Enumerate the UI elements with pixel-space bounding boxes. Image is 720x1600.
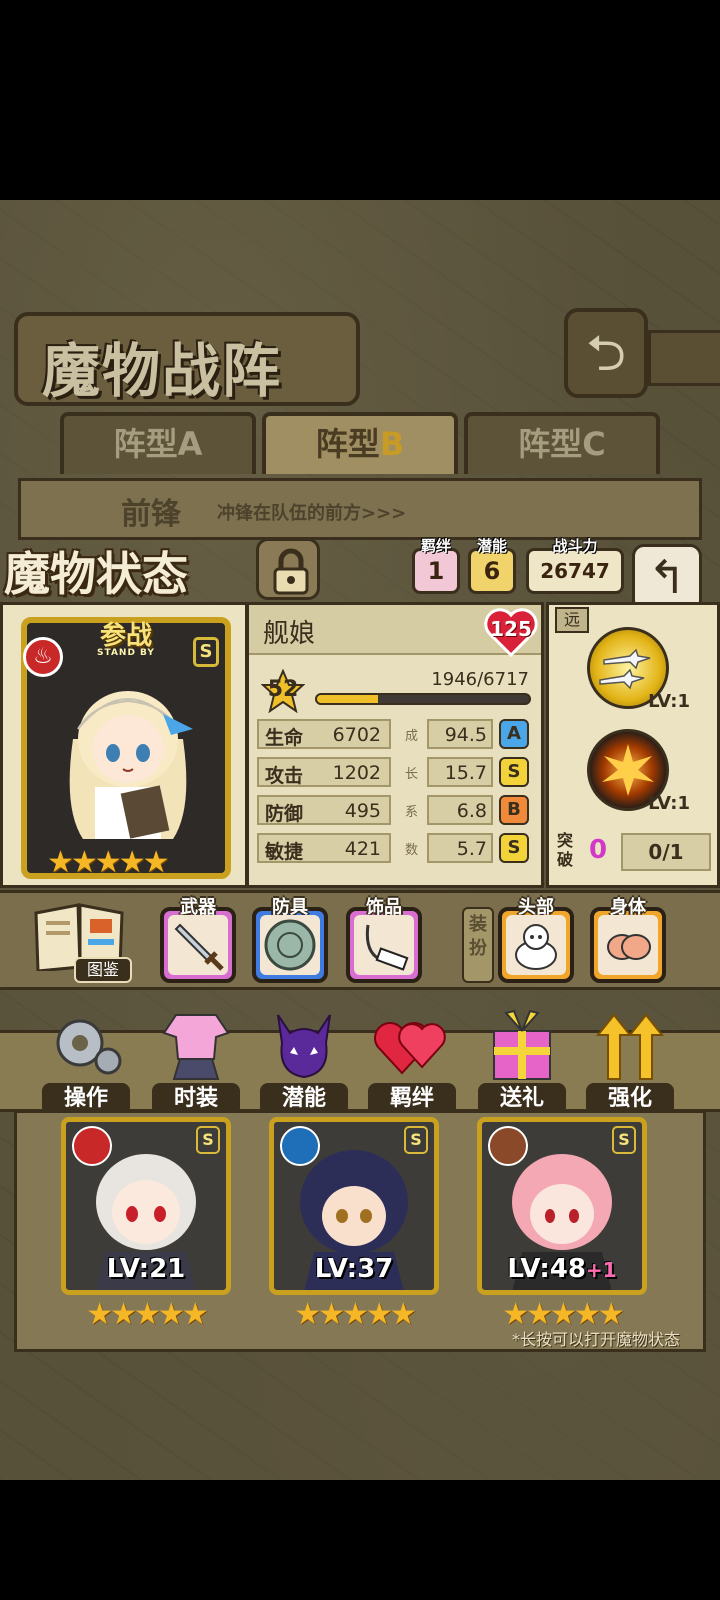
- tab-formation-a[interactable]: 阵型A: [60, 412, 256, 474]
- character-info-panel: 舰娘 125 52 1946/6717 生命 6702 94.5 A 攻击 1202…: [246, 602, 544, 888]
- encyclopedia-button[interactable]: 图鉴: [32, 901, 132, 985]
- necklace-icon: [365, 924, 409, 971]
- tab-formation-b[interactable]: 阵型B: [262, 412, 458, 474]
- accessory-slot[interactable]: 饰品: [346, 897, 422, 983]
- gear-icon: [56, 1019, 122, 1075]
- aircraft-skill-icon[interactable]: LV:1: [587, 627, 690, 712]
- character-card[interactable]: ♨ 参战 STAND BY S ★★★★★: [21, 617, 231, 880]
- formation-description: 冲锋在队伍的前方>>>: [217, 503, 407, 524]
- roster-card[interactable]: S LV:37: [269, 1117, 439, 1295]
- exp-bar: [315, 693, 531, 705]
- character-stars: ★★★★★: [47, 845, 169, 880]
- power-chip: 战斗力 26747: [526, 537, 624, 594]
- roster-stars: ★★★★★: [86, 1297, 208, 1332]
- upgrade-arrows-icon: [595, 1013, 665, 1080]
- sword-icon: [174, 923, 224, 971]
- hearts-icon: [374, 1022, 446, 1075]
- stat-row-attack: 攻击 1202 15.7 S: [257, 757, 535, 787]
- page-title: 魔物战阵: [14, 312, 360, 406]
- monster-roster: S LV:21 ★★★★★ S LV:37 ★★★★★ S LV:48+1 ★★…: [14, 1110, 706, 1352]
- character-portrait: [69, 691, 193, 839]
- skill-panel: 远 LV:1 LV:1 突破 0 0/1: [546, 602, 720, 888]
- equipment-bar: 图鉴 武器 防具 饰品 装扮 头部 身体: [0, 890, 720, 990]
- roster-card[interactable]: S LV:21: [61, 1117, 231, 1295]
- demon-icon: [277, 1014, 331, 1079]
- gift-icon: [493, 1009, 551, 1080]
- character-name: 舰娘: [263, 619, 316, 649]
- stat-row-agility: 敏捷 421 5.7 S: [257, 833, 535, 863]
- outfit-icon: [162, 1014, 230, 1080]
- potential-button[interactable]: 潜能: [256, 1007, 352, 1117]
- bond-button[interactable]: 羁绊: [364, 1007, 460, 1117]
- outfit-button[interactable]: 时装: [148, 1007, 244, 1117]
- exp-text: 1946/6717: [431, 669, 529, 690]
- affection-badge: 125: [483, 607, 539, 657]
- status-title: 魔物状态: [4, 547, 188, 601]
- stat-row-hp: 生命 6702 94.5 A: [257, 719, 535, 749]
- breakthrough: 突破 0 0/1: [553, 831, 715, 875]
- body-costume-icon: [607, 934, 651, 960]
- action-menu: 操作 时装 潜能 羁绊 送礼 强化: [0, 1009, 720, 1115]
- standby-badge: 参战 STAND BY: [97, 621, 155, 658]
- explosion-skill-icon[interactable]: LV:1: [587, 729, 690, 814]
- head-slot[interactable]: 头部: [498, 897, 574, 983]
- potential-chip: 潜能 6: [468, 537, 516, 594]
- return-icon: ⮌: [585, 324, 627, 382]
- bond-chip: 羁绊 1: [412, 537, 460, 594]
- back-arrow-icon: ↰: [647, 550, 687, 604]
- weapon-slot[interactable]: 武器: [160, 897, 236, 983]
- tab-formation-c[interactable]: 阵型C: [464, 412, 660, 474]
- gift-button[interactable]: 送礼: [474, 1007, 570, 1117]
- armor-slot[interactable]: 防具: [252, 897, 328, 983]
- hint-text: *长按可以打开魔物状态: [511, 1330, 680, 1349]
- character-card-panel: ♨ 参战 STAND BY S ★★★★★: [0, 602, 248, 888]
- stat-row-defense: 防御 495 6.8 B: [257, 795, 535, 825]
- upgrade-button[interactable]: 强化: [582, 1007, 678, 1117]
- grade-badge: S: [499, 757, 529, 787]
- grade-badge: B: [499, 795, 529, 825]
- rank-badge: S: [193, 637, 219, 667]
- formation-info: 前锋 冲锋在队伍的前方>>>: [18, 478, 702, 540]
- dress-up-label: 装扮: [462, 907, 494, 983]
- formation-position: 前锋: [121, 497, 181, 532]
- return-button[interactable]: ⮌: [564, 308, 648, 398]
- range-tag: 远: [555, 607, 589, 633]
- roster-stars: ★★★★★: [294, 1297, 416, 1332]
- shield-icon: [264, 919, 316, 971]
- lock-icon: [273, 548, 309, 595]
- head-costume-icon: [515, 924, 557, 970]
- grade-badge: A: [499, 719, 529, 749]
- body-slot[interactable]: 身体: [590, 897, 666, 983]
- grade-badge: S: [499, 833, 529, 863]
- operate-button[interactable]: 操作: [38, 1007, 134, 1117]
- lock-button[interactable]: [256, 538, 320, 600]
- game-screen: 魔物战阵 ⮌ 阵型A 阵型B 阵型C 前锋 冲锋在队伍的前方>>> 魔物状态 羁…: [0, 200, 720, 1480]
- roster-card[interactable]: S LV:48+1: [477, 1117, 647, 1295]
- level-badge: 52: [261, 669, 305, 713]
